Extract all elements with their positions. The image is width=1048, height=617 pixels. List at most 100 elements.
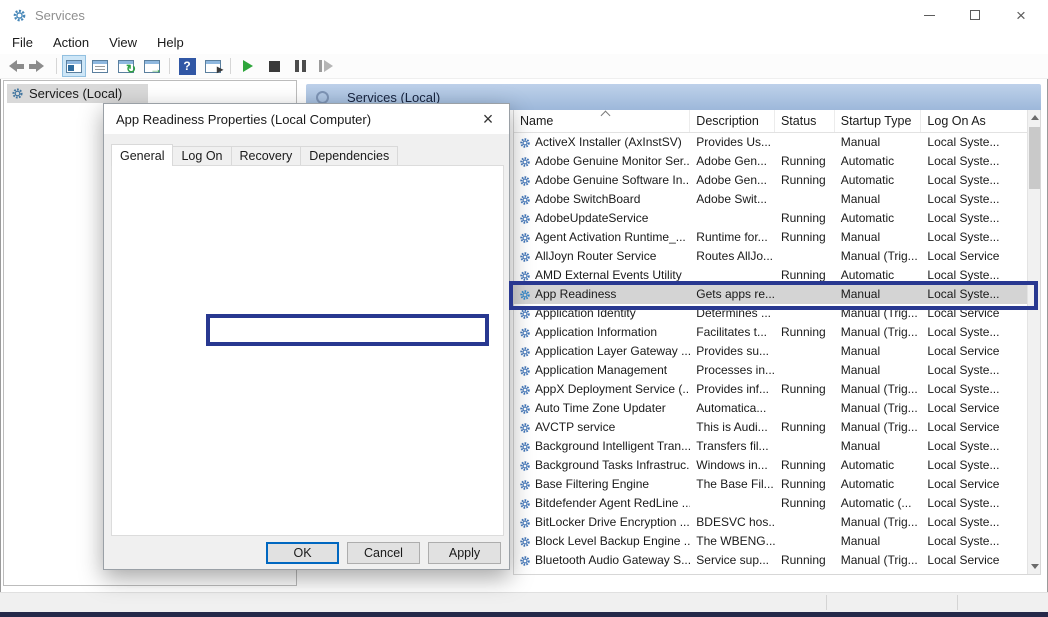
table-row[interactable]: Background Intelligent Tran... Transfers…: [514, 437, 1027, 456]
service-log-on-as-cell: Local Service: [921, 475, 1027, 494]
apply-button[interactable]: Apply: [428, 542, 501, 564]
service-name-cell: Block Level Backup Engine ...: [535, 532, 690, 551]
table-row[interactable]: AppX Deployment Service (... Provides in…: [514, 380, 1027, 399]
back-button[interactable]: [1, 55, 25, 77]
close-button[interactable]: ×: [998, 0, 1044, 30]
table-row[interactable]: AVCTP service This is Audi... Running Ma…: [514, 418, 1027, 437]
tab-general[interactable]: General: [111, 144, 173, 166]
service-name-cell: AMD External Events Utility: [535, 266, 682, 285]
service-status-cell: Running: [775, 475, 835, 494]
properties-button[interactable]: [88, 55, 112, 77]
scroll-down-button[interactable]: [1028, 559, 1041, 574]
table-row[interactable]: Application Information Facilitates t...…: [514, 323, 1027, 342]
column-header-status[interactable]: Status: [775, 110, 835, 132]
export-list-button[interactable]: →: [140, 55, 164, 77]
table-row[interactable]: AllJoyn Router Service Routes AllJo... M…: [514, 247, 1027, 266]
service-name-cell: Adobe Genuine Software In...: [535, 171, 690, 190]
service-gear-icon: [519, 194, 531, 206]
column-header-description[interactable]: Description: [690, 110, 775, 132]
pause-service-button[interactable]: [288, 55, 312, 77]
cancel-button[interactable]: Cancel: [347, 542, 420, 564]
table-row[interactable]: AdobeUpdateService Running Automatic Loc…: [514, 209, 1027, 228]
menu-view[interactable]: View: [99, 32, 147, 53]
tab-dependencies[interactable]: Dependencies: [300, 146, 398, 165]
service-description-cell: [690, 209, 775, 228]
start-service-button[interactable]: [236, 55, 260, 77]
toolbar: ↻ → ? ▸: [0, 54, 1048, 79]
service-description-cell: Adobe Swit...: [690, 190, 775, 209]
service-log-on-as-cell: Local Service: [921, 551, 1027, 570]
menu-file[interactable]: File: [2, 32, 43, 53]
service-startup-type-cell: Manual: [835, 342, 922, 361]
service-log-on-as-cell: Local Syste...: [921, 171, 1027, 190]
table-row[interactable]: Auto Time Zone Updater Automatica... Man…: [514, 399, 1027, 418]
menu-action[interactable]: Action: [43, 32, 99, 53]
table-row[interactable]: Application Identity Determines ... Manu…: [514, 304, 1027, 323]
service-name-cell: Bitdefender Agent RedLine ...: [535, 494, 690, 513]
table-row[interactable]: Application Layer Gateway ... Provides s…: [514, 342, 1027, 361]
close-icon: ×: [1016, 7, 1026, 24]
ok-button[interactable]: OK: [266, 542, 339, 564]
service-log-on-as-cell: Local Syste...: [921, 437, 1027, 456]
show-action-pane-button[interactable]: ▸: [201, 55, 225, 77]
column-header-startup-type[interactable]: Startup Type: [835, 110, 922, 132]
table-row[interactable]: Adobe Genuine Software In... Adobe Gen..…: [514, 171, 1027, 190]
scroll-up-button[interactable]: [1028, 110, 1041, 125]
table-row[interactable]: Adobe Genuine Monitor Ser... Adobe Gen..…: [514, 152, 1027, 171]
table-row[interactable]: Bluetooth Audio Gateway S... Service sup…: [514, 551, 1027, 570]
table-row[interactable]: Agent Activation Runtime_... Runtime for…: [514, 228, 1027, 247]
table-row[interactable]: Block Level Backup Engine ... The WBENG.…: [514, 532, 1027, 551]
service-name-cell: Bluetooth Audio Gateway S...: [535, 551, 690, 570]
minimize-button[interactable]: [906, 0, 952, 30]
service-status-cell: Running: [775, 380, 835, 399]
show-console-tree-button[interactable]: [62, 55, 86, 77]
table-row[interactable]: Background Tasks Infrastruc... Windows i…: [514, 456, 1027, 475]
service-description-cell: Windows in...: [690, 456, 775, 475]
tab-recovery[interactable]: Recovery: [231, 146, 302, 165]
service-name-cell: AVCTP service: [535, 418, 615, 437]
service-startup-type-cell: Manual: [835, 190, 922, 209]
column-header-log-on-as[interactable]: Log On As: [921, 110, 1027, 132]
service-gear-icon: [519, 365, 531, 377]
table-row[interactable]: Base Filtering Engine The Base Fil... Ru…: [514, 475, 1027, 494]
service-description-cell: This is Audi...: [690, 418, 775, 437]
service-startup-type-cell: Manual: [835, 228, 922, 247]
service-gear-icon: [519, 460, 531, 472]
forward-button[interactable]: [27, 55, 51, 77]
stop-service-button[interactable]: [262, 55, 286, 77]
service-status-cell: Running: [775, 494, 835, 513]
service-gear-icon: [519, 555, 531, 567]
dialog-close-button[interactable]: ×: [475, 107, 501, 131]
service-status-cell: [775, 190, 835, 209]
table-row[interactable]: ActiveX Installer (AxInstSV) Provides Us…: [514, 133, 1027, 152]
service-gear-icon: [519, 213, 531, 225]
refresh-button[interactable]: ↻: [114, 55, 138, 77]
toolbar-separator: [169, 58, 170, 74]
menu-help[interactable]: Help: [147, 32, 194, 53]
service-status-cell: Running: [775, 152, 835, 171]
restart-icon: [319, 60, 333, 72]
table-row[interactable]: Bitdefender Agent RedLine ... Running Au…: [514, 494, 1027, 513]
service-description-cell: Provides Us...: [690, 133, 775, 152]
list-header: Name Description Status Startup Type Log…: [514, 110, 1027, 133]
service-gear-icon: [519, 441, 531, 453]
table-row[interactable]: AMD External Events Utility Running Auto…: [514, 266, 1027, 285]
maximize-button[interactable]: [952, 0, 998, 30]
list-scrollbar[interactable]: [1027, 110, 1040, 574]
services-app-icon: [12, 8, 27, 23]
table-row[interactable]: App Readiness Gets apps re... Manual Loc…: [514, 285, 1027, 304]
scrollbar-thumb[interactable]: [1029, 127, 1040, 189]
status-bar: [0, 592, 1048, 612]
service-name-cell: Adobe Genuine Monitor Ser...: [535, 152, 690, 171]
service-gear-icon: [519, 251, 531, 263]
help-button[interactable]: ?: [175, 55, 199, 77]
table-row[interactable]: BitLocker Drive Encryption ... BDESVC ho…: [514, 513, 1027, 532]
service-log-on-as-cell: Local Syste...: [921, 532, 1027, 551]
table-row[interactable]: Adobe SwitchBoard Adobe Swit... Manual L…: [514, 190, 1027, 209]
service-startup-type-cell: Automatic: [835, 171, 922, 190]
table-row[interactable]: Application Management Processes in... M…: [514, 361, 1027, 380]
maximize-icon: [970, 10, 980, 20]
restart-service-button[interactable]: [314, 55, 338, 77]
tree-item-services-local[interactable]: Services (Local): [7, 84, 148, 103]
tab-log-on[interactable]: Log On: [172, 146, 231, 165]
